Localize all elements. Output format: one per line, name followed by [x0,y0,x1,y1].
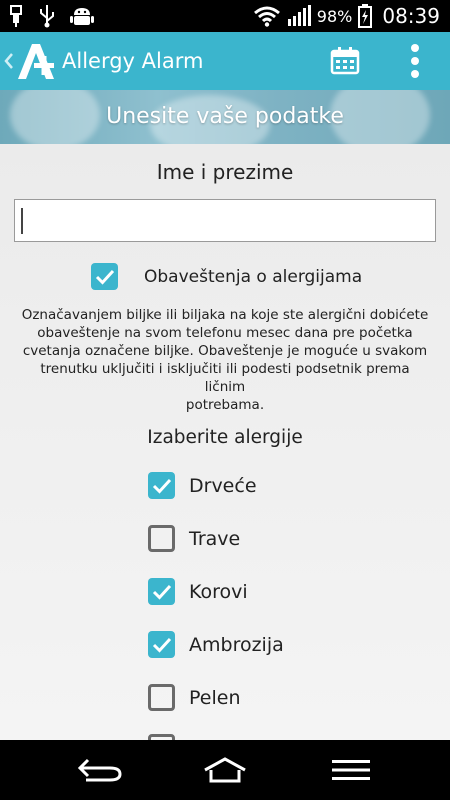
allergy-checkbox[interactable] [148,525,175,552]
android-debug-icon [70,8,94,25]
check-icon [95,269,114,285]
back-button[interactable] [55,740,145,800]
allergy-item-ambrozija[interactable]: Ambrozija [148,631,284,658]
allergy-item-pelen[interactable]: Pelen [148,684,240,711]
overflow-dot [411,70,419,78]
notifications-checkbox[interactable] [91,263,118,290]
text-cursor [21,208,23,234]
check-icon [152,637,171,653]
allergy-label: Korovi [189,580,248,603]
description-line: Označavanjem biljke ili biljaka na koje … [21,307,429,323]
chevron-left-icon [4,53,13,69]
notifications-label: Obaveštenja o alergijama [144,266,363,287]
description-line: obaveštenje na svom telefonu mesec dana … [37,325,413,341]
battery-charging-icon [358,4,373,28]
description-line: trenutku uključiti i isključiti ili pode… [40,361,410,395]
form-content: Ime i prezime Obaveštenja o alergijama O… [0,144,450,761]
allergy-label: Trave [189,527,241,550]
status-system: 98% 08:39 [253,0,440,32]
allergy-label: Drveće [189,474,257,497]
check-icon [152,478,171,494]
navigation-bar [0,740,450,800]
signal-icon [287,5,311,26]
allergy-checkbox[interactable] [148,472,175,499]
app-logo-icon [18,44,54,79]
notifications-toggle[interactable]: Obaveštenja o alergijama [91,263,362,290]
usb-debug-icon [10,5,22,27]
back-icon [77,758,122,782]
name-label: Ime i prezime [156,160,294,184]
allergy-item-trave[interactable]: Trave [148,525,240,552]
allergy-checkbox[interactable] [148,578,175,605]
overflow-dot [411,44,419,52]
allergy-item-drvece[interactable]: Drveće [148,472,257,499]
menu-button[interactable] [306,740,396,800]
calendar-button[interactable] [330,47,360,75]
calendar-icon [330,47,360,75]
allergies-title: Izaberite alergije [147,427,303,448]
description-line: potrebama. [185,397,265,413]
app-title: Allergy Alarm [62,49,204,73]
status-bar: 98% 08:39 [0,0,450,32]
name-input[interactable] [14,199,436,242]
menu-icon [332,760,370,780]
allergy-label: Pelen [189,686,241,709]
battery-percent: 98% [316,6,353,26]
header-banner: Unesite vaše podatke [0,90,450,144]
check-icon [152,584,171,600]
app-up-button[interactable] [0,32,58,90]
description-line: cvetanja označene biljke. Obaveštenje je… [22,343,428,359]
usb-icon [40,5,54,28]
allergy-checkbox[interactable] [148,631,175,658]
home-button[interactable] [180,740,270,800]
allergy-item-korovi[interactable]: Korovi [148,578,248,605]
app-bar: Allergy Alarm [0,32,450,90]
wifi-icon [253,6,280,27]
home-icon [204,757,246,783]
allergy-checkbox[interactable] [148,684,175,711]
overflow-dot [411,57,419,65]
banner-title: Unesite vaše podatke [106,104,344,129]
notifications-description: Označavanjem biljke ili biljaka na koje … [20,306,430,414]
overflow-menu-button[interactable] [404,44,426,78]
allergy-label: Ambrozija [189,633,284,656]
clock: 08:39 [382,4,440,28]
status-notifications [8,4,94,28]
